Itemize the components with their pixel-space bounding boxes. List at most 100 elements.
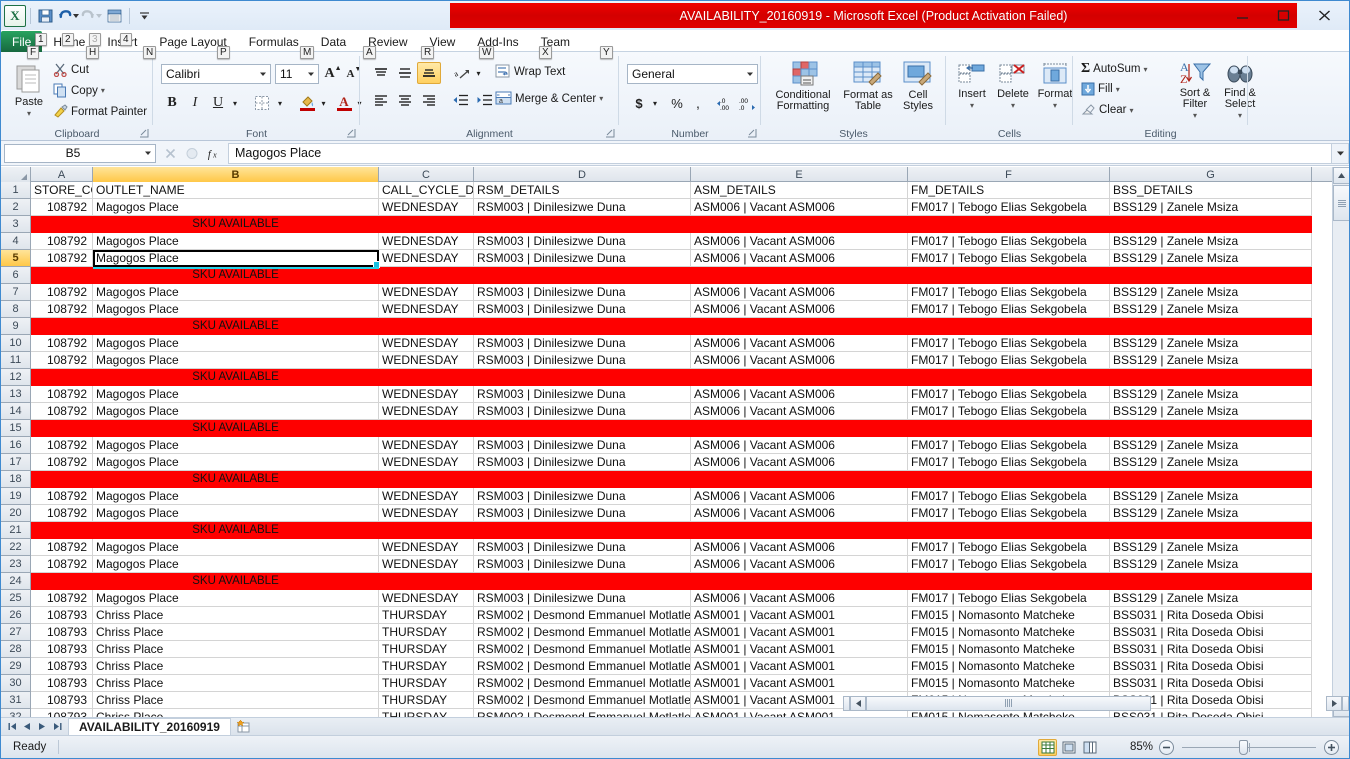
align-right-button[interactable]	[417, 89, 441, 111]
page-layout-view-button[interactable]	[1059, 739, 1078, 756]
cell-C32[interactable]: THURSDAY	[379, 709, 474, 717]
cell-B18[interactable]: SKU AVAILABLE	[93, 471, 379, 488]
cell-F4[interactable]: FM017 | Tebogo Elias Sekgobela	[908, 233, 1110, 250]
cell-C2[interactable]: WEDNESDAY	[379, 199, 474, 216]
cell-C3[interactable]	[379, 216, 474, 233]
cell-F6[interactable]	[908, 267, 1110, 284]
cell-C31[interactable]: THURSDAY	[379, 692, 474, 709]
alignment-dialog-launcher[interactable]	[605, 128, 616, 139]
cell-E24[interactable]	[691, 573, 908, 590]
cell-B9[interactable]: SKU AVAILABLE	[93, 318, 379, 335]
cell-F26[interactable]: FM015 | Nomasonto Matcheke	[908, 607, 1110, 624]
decrease-indent-button[interactable]	[448, 89, 472, 111]
cell-G6[interactable]	[1110, 267, 1312, 284]
cell-C10[interactable]: WEDNESDAY	[379, 335, 474, 352]
cell-F25[interactable]: FM017 | Tebogo Elias Sekgobela	[908, 590, 1110, 607]
cell-E17[interactable]: ASM006 | Vacant ASM006	[691, 454, 908, 471]
cell-D3[interactable]	[474, 216, 691, 233]
cell-A30[interactable]: 108793	[31, 675, 93, 692]
accounting-format-button[interactable]: $	[629, 92, 649, 114]
align-top-button[interactable]	[369, 62, 393, 84]
cell-A18[interactable]	[31, 471, 93, 488]
cell-A4[interactable]: 108792	[31, 233, 93, 250]
cell-E16[interactable]: ASM006 | Vacant ASM006	[691, 437, 908, 454]
row-header-3[interactable]: 3	[1, 216, 31, 233]
cell-F21[interactable]	[908, 522, 1110, 539]
cell-D14[interactable]: RSM003 | Dinilesizwe Duna	[474, 403, 691, 420]
row-header-26[interactable]: 26	[1, 607, 31, 624]
cell-G19[interactable]: BSS129 | Zanele Msiza	[1110, 488, 1312, 505]
number-dialog-launcher[interactable]	[747, 128, 758, 139]
cell-B5[interactable]: Magogos Place	[93, 250, 379, 267]
cell-A3[interactable]	[31, 216, 93, 233]
row-header-1[interactable]: 1	[1, 182, 31, 199]
orientation-button[interactable]: a	[450, 62, 474, 84]
cell-F16[interactable]: FM017 | Tebogo Elias Sekgobela	[908, 437, 1110, 454]
cell-D23[interactable]: RSM003 | Dinilesizwe Duna	[474, 556, 691, 573]
copy-button[interactable]: Copy ▾	[53, 83, 105, 98]
last-sheet-button[interactable]	[50, 719, 64, 734]
row-header-11[interactable]: 11	[1, 352, 31, 369]
clear-button[interactable]: Clear ▾	[1081, 103, 1134, 117]
zoom-in-button[interactable]	[1324, 739, 1339, 755]
fill-color-dropdown-caret[interactable]: ▾	[318, 92, 329, 114]
row-header-4[interactable]: 4	[1, 233, 31, 250]
cell-E30[interactable]: ASM001 | Vacant ASM001	[691, 675, 908, 692]
cell-G21[interactable]	[1110, 522, 1312, 539]
increase-decimal-button[interactable]: .0 .00	[714, 92, 736, 114]
clipboard-dialog-launcher[interactable]	[139, 128, 150, 139]
cell-B6[interactable]: SKU AVAILABLE	[93, 267, 379, 284]
row-header-30[interactable]: 30	[1, 675, 31, 692]
row-header-17[interactable]: 17	[1, 454, 31, 471]
cell-G17[interactable]: BSS129 | Zanele Msiza	[1110, 454, 1312, 471]
page-break-preview-button[interactable]	[1080, 739, 1099, 756]
cell-G14[interactable]: BSS129 | Zanele Msiza	[1110, 403, 1312, 420]
cell-D6[interactable]	[474, 267, 691, 284]
cell-B20[interactable]: Magogos Place	[93, 505, 379, 522]
vertical-scrollbar-thumb[interactable]	[1333, 185, 1349, 221]
cell-E21[interactable]	[691, 522, 908, 539]
cell-E25[interactable]: ASM006 | Vacant ASM006	[691, 590, 908, 607]
cell-G3[interactable]	[1110, 216, 1312, 233]
name-box[interactable]: B5	[4, 143, 156, 163]
save-button[interactable]	[35, 5, 56, 26]
cell-G22[interactable]: BSS129 | Zanele Msiza	[1110, 539, 1312, 556]
cell-D26[interactable]: RSM002 | Desmond Emmanuel Motlatle	[474, 607, 691, 624]
row-header-22[interactable]: 22	[1, 539, 31, 556]
cell-E8[interactable]: ASM006 | Vacant ASM006	[691, 301, 908, 318]
cell-D4[interactable]: RSM003 | Dinilesizwe Duna	[474, 233, 691, 250]
formula-input[interactable]: Magogos Place	[228, 142, 1331, 164]
cell-F24[interactable]	[908, 573, 1110, 590]
cell-C29[interactable]: THURSDAY	[379, 658, 474, 675]
cell-D8[interactable]: RSM003 | Dinilesizwe Duna	[474, 301, 691, 318]
cell-B7[interactable]: Magogos Place	[93, 284, 379, 301]
cell-D30[interactable]: RSM002 | Desmond Emmanuel Motlatle	[474, 675, 691, 692]
font-size-combo[interactable]: 11	[275, 64, 319, 84]
cell-D31[interactable]: RSM002 | Desmond Emmanuel Motlatle	[474, 692, 691, 709]
cell-A23[interactable]: 108792	[31, 556, 93, 573]
bold-button[interactable]: B	[161, 92, 183, 114]
expand-formula-bar-button[interactable]	[1331, 142, 1349, 164]
copy-caret[interactable]: ▾	[101, 86, 105, 95]
zoom-slider-track[interactable]	[1182, 739, 1316, 755]
cell-A27[interactable]: 108793	[31, 624, 93, 641]
cell-B22[interactable]: Magogos Place	[93, 539, 379, 556]
cell-F1[interactable]: FM_DETAILS	[908, 182, 1110, 199]
scroll-up-button[interactable]	[1333, 167, 1349, 184]
cell-B11[interactable]: Magogos Place	[93, 352, 379, 369]
insert-cells-button[interactable]: Insert ▾	[952, 62, 992, 112]
row-header-18[interactable]: 18	[1, 471, 31, 488]
cell-D22[interactable]: RSM003 | Dinilesizwe Duna	[474, 539, 691, 556]
cell-E10[interactable]: ASM006 | Vacant ASM006	[691, 335, 908, 352]
borders-dropdown-caret[interactable]: ▾	[274, 92, 286, 114]
column-header-E[interactable]: E	[691, 167, 908, 182]
cell-B14[interactable]: Magogos Place	[93, 403, 379, 420]
cell-C22[interactable]: WEDNESDAY	[379, 539, 474, 556]
tab-add-ins[interactable]: Add-Ins	[466, 31, 529, 52]
tab-team[interactable]: Team	[530, 31, 581, 52]
row-header-27[interactable]: 27	[1, 624, 31, 641]
column-header-D[interactable]: D	[474, 167, 691, 182]
cell-C4[interactable]: WEDNESDAY	[379, 233, 474, 250]
paste-button[interactable]: Paste ▾	[7, 62, 51, 120]
cell-E20[interactable]: ASM006 | Vacant ASM006	[691, 505, 908, 522]
